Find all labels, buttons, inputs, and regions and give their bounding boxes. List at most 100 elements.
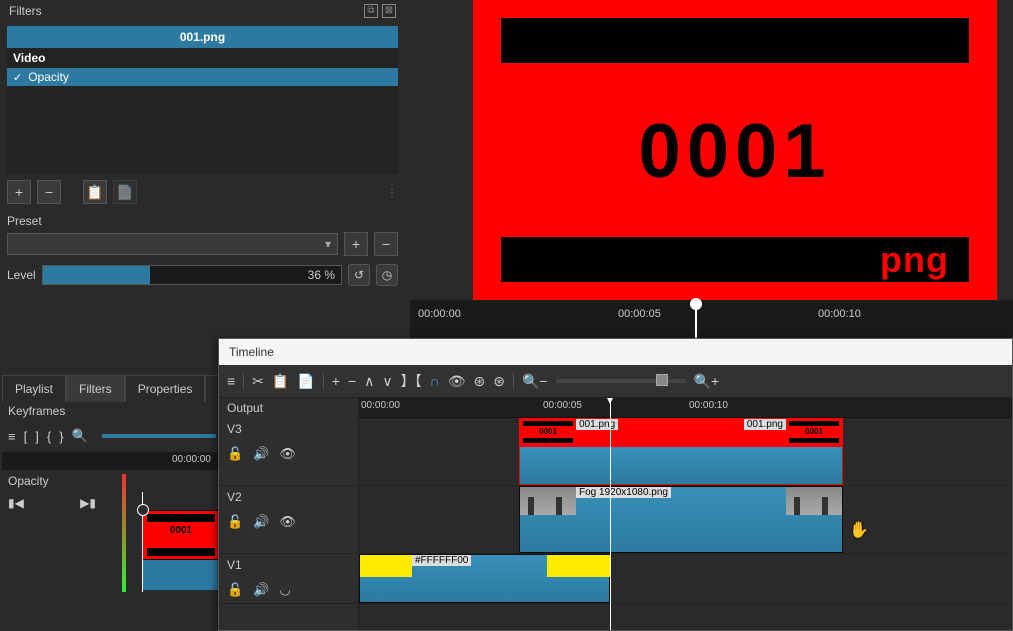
tl-lift-icon[interactable]: ∧ <box>364 373 374 390</box>
preset-select[interactable] <box>7 233 338 255</box>
tl-ruler-t0: 00:00:00 <box>361 400 400 411</box>
level-slider[interactable]: 36 % <box>42 265 342 285</box>
timeline-tracks[interactable]: 00:00:00 00:00:05 00:00:10 001.png 001.p… <box>359 398 1012 630</box>
preview-monitor: 0001 png <box>473 0 997 300</box>
tl-remove-icon[interactable]: − <box>348 373 356 389</box>
kf-brace-open-icon[interactable]: { <box>47 429 51 444</box>
clip-thumb-right <box>786 419 842 447</box>
clip-name: Fog 1920x1080.png <box>576 487 671 498</box>
clip-v2-fog[interactable]: Fog 1920x1080.png <box>519 486 843 553</box>
keyframes-panel: Keyframes ≡ [ ] { } 🔍 00:00:00 Opacity ▮… <box>2 398 222 592</box>
clip-thumb-right <box>786 487 842 515</box>
kf-ruler[interactable]: 00:00:00 <box>2 452 222 470</box>
tl-cut-icon[interactable]: ✂ <box>252 373 264 390</box>
hide-icon[interactable]: 👁 <box>279 446 296 462</box>
preset-add-button[interactable]: + <box>344 232 368 256</box>
kf-prev-button[interactable]: ▮◀ <box>8 496 24 510</box>
output-label[interactable]: Output <box>219 398 358 418</box>
preview-bar-bottom: png <box>501 237 969 282</box>
track-head-v2[interactable]: V2 🔓 🔊 👁 <box>219 486 358 554</box>
track-v1[interactable]: #FFFFFF00 <box>359 554 1012 604</box>
keyframes-title: Keyframes <box>2 398 222 424</box>
preview-badge: png <box>880 239 949 281</box>
lock-icon[interactable]: 🔓 <box>227 446 243 462</box>
level-fill <box>43 266 150 284</box>
lock-icon[interactable]: 🔓 <box>227 582 243 598</box>
mute-icon[interactable]: 🔊 <box>253 582 269 598</box>
track-v2[interactable]: Fog 1920x1080.png <box>359 486 1012 554</box>
clip-v1-color[interactable]: #FFFFFF00 <box>359 554 610 603</box>
track-v3[interactable]: 001.png 001.png <box>359 418 1012 486</box>
preview-playhead[interactable] <box>695 300 697 340</box>
paste-filter-button[interactable]: 📄 <box>113 180 137 204</box>
add-filter-button[interactable]: + <box>7 180 31 204</box>
filter-list: Video ✓ Opacity <box>7 48 398 174</box>
mute-icon[interactable]: 🔊 <box>253 446 269 462</box>
tl-scrub-icon[interactable]: 👁 <box>448 373 466 390</box>
level-reset-button[interactable]: ↺ <box>348 264 370 286</box>
clip-thumb-left <box>520 487 576 515</box>
check-icon[interactable]: ✓ <box>13 71 22 84</box>
preset-remove-button[interactable]: − <box>374 232 398 256</box>
tl-ripple-icon[interactable]: ⊛ <box>474 373 486 390</box>
filter-item-opacity[interactable]: ✓ Opacity <box>7 68 398 86</box>
clip-v3-001[interactable]: 001.png 001.png <box>519 418 843 485</box>
tl-ripple-all-icon[interactable]: ⊛ <box>493 373 505 390</box>
filters-title: Filters <box>9 4 42 18</box>
kf-zoom-slider[interactable] <box>102 434 216 438</box>
kf-property-label: Opacity <box>2 470 222 492</box>
tl-ruler-t10: 00:00:10 <box>689 400 728 411</box>
tl-zoom-out-icon[interactable]: 🔍− <box>522 373 548 390</box>
tl-split-icon[interactable]: 】【 <box>401 371 422 391</box>
kf-bracket-open-icon[interactable]: [ <box>24 429 28 444</box>
kf-playhead[interactable] <box>142 492 143 592</box>
clip-name-right: 001.png <box>744 419 786 430</box>
ruler-tick-5: 00:00:05 <box>618 308 661 320</box>
kf-thumb-text: 0001 <box>143 525 219 536</box>
kf-next-button[interactable]: ▶▮ <box>80 496 96 510</box>
filter-clip-name: 001.png <box>7 26 398 48</box>
mute-icon[interactable]: 🔊 <box>253 514 269 530</box>
track-name-v3: V3 <box>227 422 350 436</box>
preset-label: Preset <box>7 214 398 228</box>
kf-zoom-out-icon[interactable]: 🔍 <box>72 428 88 444</box>
hide-icon[interactable]: 👁 <box>279 514 296 530</box>
tl-ruler-t5: 00:00:05 <box>543 400 582 411</box>
kf-brace-close-icon[interactable]: } <box>59 429 63 444</box>
remove-filter-button[interactable]: − <box>37 180 61 204</box>
tl-snap-icon[interactable]: ∩ <box>430 373 440 389</box>
preview-bar-top <box>501 18 969 63</box>
more-icon[interactable]: ⋮⋮ <box>387 188 398 196</box>
track-head-v1[interactable]: V1 🔓 🔊 ◡ <box>219 554 358 604</box>
hand-cursor-icon: ✋ <box>849 520 869 540</box>
level-keyframe-button[interactable]: ◷ <box>376 264 398 286</box>
copy-filter-button[interactable]: 📋 <box>83 180 107 204</box>
track-name-v1: V1 <box>227 558 350 572</box>
preview-ruler[interactable]: 00:00:00 00:00:05 00:00:10 <box>410 300 1013 340</box>
track-head-v3[interactable]: V3 🔓 🔊 👁 <box>219 418 358 486</box>
timeline-ruler[interactable]: 00:00:00 00:00:05 00:00:10 <box>359 398 1012 418</box>
kf-clip[interactable]: 0001 001 <box>142 510 220 590</box>
preview-main-text: 0001 <box>473 108 997 195</box>
timeline-title[interactable]: Timeline <box>219 339 1012 365</box>
clip-thumb-left <box>520 419 576 447</box>
tl-menu-icon[interactable]: ≡ <box>227 373 235 389</box>
lock-icon[interactable]: 🔓 <box>227 514 243 530</box>
undock-icon[interactable]: ⧉ <box>364 4 378 18</box>
track-name-v2: V2 <box>227 490 350 504</box>
clip-name-left: 001.png <box>576 419 618 430</box>
timeline-playhead[interactable] <box>610 398 611 630</box>
ruler-tick-0: 00:00:00 <box>418 308 461 320</box>
kf-menu-icon[interactable]: ≡ <box>8 429 16 444</box>
tl-append-icon[interactable]: + <box>332 373 340 389</box>
loading-icon[interactable]: ◡ <box>279 582 290 598</box>
tl-zoom-slider[interactable] <box>556 379 686 383</box>
close-icon[interactable]: ⊠ <box>382 4 396 18</box>
filters-panel: Filters ⧉ ⊠ 001.png Video ✓ Opacity + − … <box>5 2 400 290</box>
tl-overwrite-icon[interactable]: ∨ <box>382 373 392 390</box>
tl-paste-icon[interactable]: 📄 <box>297 373 314 390</box>
kf-bracket-close-icon[interactable]: ] <box>35 429 39 444</box>
track-headers: Output V3 🔓 🔊 👁 V2 🔓 🔊 👁 V1 <box>219 398 359 630</box>
tl-copy-icon[interactable]: 📋 <box>272 373 289 390</box>
tl-zoom-in-icon[interactable]: 🔍+ <box>694 373 720 390</box>
